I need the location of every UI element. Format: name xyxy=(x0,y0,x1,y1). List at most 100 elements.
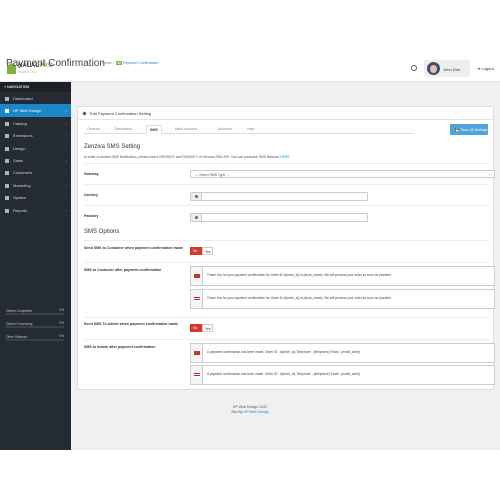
gateway-label: Gateway xyxy=(84,172,99,176)
avatar xyxy=(427,62,440,75)
sidebar-item-catalog[interactable]: Catalog › xyxy=(0,117,71,129)
tab-general[interactable]: General xyxy=(84,125,103,134)
menu-icon xyxy=(5,158,9,163)
chevron-right-icon: › xyxy=(65,207,67,213)
admin-msg-id-text: A payment confirmation has been made. Or… xyxy=(207,350,362,354)
admin-msg-en-textarea[interactable]: A payment confirmation has been made. Or… xyxy=(190,365,495,385)
footer-link[interactable]: HP Web Design xyxy=(243,410,268,414)
sms-heading: Zenziva SMS Setting xyxy=(84,144,141,150)
toggle-yes[interactable]: Yes xyxy=(202,247,213,255)
sidebar-item-reports[interactable]: Reports › xyxy=(0,204,71,216)
customer-msg-en-textarea[interactable]: Thank You for your payment confirmation … xyxy=(190,289,495,309)
flag-en-icon xyxy=(191,366,203,384)
tab-bar: General Translation SMS Bank Account Advance… xyxy=(84,124,414,134)
customer-msg-id-textarea[interactable]: Thank You for your payment confirmation … xyxy=(190,266,495,286)
menu-icon xyxy=(5,134,9,139)
toggle-no[interactable]: No xyxy=(190,247,202,255)
chevron-right-icon: › xyxy=(65,145,67,151)
customer-msg-row: SMS to Costumer after payment confirmati… xyxy=(84,262,495,317)
sidebar-item-extensions[interactable]: Extensions › xyxy=(0,129,71,141)
sidebar-item-design[interactable]: Design › xyxy=(0,142,71,154)
settings-panel: Edit Payment Confirmation Setting Genera… xyxy=(77,106,495,390)
sidebar-item-hp-web-design[interactable]: HP Web Design › xyxy=(0,104,71,117)
sidebar-item-label: Sales xyxy=(13,157,24,163)
sidebar-item-label: Dashboard xyxy=(13,96,33,101)
key-icon xyxy=(191,214,202,221)
menu-icon xyxy=(5,121,9,126)
tab-help[interactable]: Help xyxy=(244,125,257,134)
sidebar-item-label: Design xyxy=(13,145,26,151)
stat-progress-bar xyxy=(6,339,64,341)
send-admin-row: Send SMS To Admin when payment confirmat… xyxy=(84,317,489,339)
sidebar-item-system[interactable]: System › xyxy=(0,191,71,203)
customer-msg-en-text: Thank You for your payment confirmation … xyxy=(207,296,392,300)
sidebar: ≡ NAVIGATION Dashboard HP Web Design › Cata… xyxy=(0,82,71,450)
userkey-field[interactable] xyxy=(190,192,368,201)
user-menu-button[interactable]: John Doe xyxy=(424,60,470,77)
sidebar-item-label: Marketing xyxy=(13,182,31,188)
sidebar-item-sales[interactable]: Sales › xyxy=(0,154,71,166)
order-stat: Orders Completed 0% xyxy=(6,308,64,317)
sidebar-item-customers[interactable]: Customers › xyxy=(0,166,71,178)
tab-translation[interactable]: Translation xyxy=(111,125,135,134)
menu-icon xyxy=(5,208,9,213)
sidebar-heading: ≡ NAVIGATION xyxy=(0,82,71,92)
sidebar-item-label: Catalog xyxy=(13,120,27,126)
send-customer-label: Send SMS to Costumer when payment confir… xyxy=(84,246,183,250)
stat-percent: 0% xyxy=(59,334,64,338)
stat-progress-bar xyxy=(6,313,64,315)
flag-id-icon xyxy=(191,267,203,285)
sms-intro: In order to enable SMS Notification, ple… xyxy=(84,155,290,159)
page-title: Payment Confirmation xyxy=(6,58,105,69)
logout-link[interactable]: ➜ Logout xyxy=(477,66,494,71)
pencil-icon xyxy=(82,111,87,116)
gateway-select[interactable]: --- Select SMS Type --- ⌄ xyxy=(190,170,495,178)
toggle-yes[interactable]: Yes xyxy=(202,324,213,332)
flag-id-icon xyxy=(191,344,203,362)
page-footer: HP Web Design 2022 Site By HP Web Design xyxy=(0,405,500,415)
send-customer-row: Send SMS to Costumer when payment confir… xyxy=(84,240,489,262)
brand-tagline: WEBSITE xyxy=(18,70,38,74)
sidebar-nav: Dashboard HP Web Design › Catalog › Extension… xyxy=(0,92,71,216)
passkey-row: Passkey xyxy=(84,205,489,226)
save-all-button[interactable]: 💾 Save All Settings xyxy=(450,124,488,135)
passkey-field[interactable] xyxy=(190,213,368,222)
toggle-no[interactable]: No xyxy=(190,324,202,332)
menu-icon xyxy=(5,183,9,188)
send-customer-toggle[interactable]: No Yes xyxy=(190,247,213,255)
customer-msg-label: SMS to Costumer after payment confirmati… xyxy=(84,268,162,272)
tab-bank-account[interactable]: Bank Account xyxy=(172,125,200,134)
chevron-down-icon: ⌄ xyxy=(488,172,491,176)
gateway-row: Gateway --- Select SMS Type --- ⌄ xyxy=(84,163,495,183)
purchase-link[interactable]: HERE xyxy=(280,155,289,159)
sidebar-item-dashboard[interactable]: Dashboard xyxy=(0,92,71,104)
breadcrumb-home[interactable]: Home xyxy=(102,61,112,65)
tab-sms[interactable]: SMS xyxy=(146,125,162,134)
menu-icon xyxy=(5,109,9,114)
sms-options-heading: SMS Options xyxy=(84,229,120,235)
clock-icon[interactable] xyxy=(411,65,417,71)
menu-icon xyxy=(5,146,9,151)
send-admin-label: Send SMS To Admin when payment confirmat… xyxy=(84,322,178,326)
chevron-right-icon: › xyxy=(65,120,67,126)
chevron-right-icon: › xyxy=(65,182,67,188)
admin-msg-en-text: A payment confirmation has been made. Or… xyxy=(207,372,362,376)
breadcrumb-current[interactable]: Payment Confirmation xyxy=(123,61,159,65)
sidebar-item-marketing[interactable]: Marketing › xyxy=(0,179,71,191)
panel-header: Edit Payment Confirmation Setting xyxy=(78,107,493,120)
menu-icon xyxy=(5,97,9,101)
footer-credit: Site By HP Web Design xyxy=(231,410,269,414)
chevron-right-icon: › xyxy=(65,157,67,163)
admin-msg-label: SMS to Admin after payment confirmation xyxy=(84,345,156,349)
tab-advance[interactable]: Advance xyxy=(215,125,235,134)
customer-msg-id-text: Thank You for your payment confirmation … xyxy=(207,273,392,277)
sidebar-item-label: Reports xyxy=(13,207,28,213)
send-admin-toggle[interactable]: No Yes xyxy=(190,324,213,332)
order-stat: Other Statuses 0% xyxy=(6,334,64,343)
stat-percent: 0% xyxy=(59,308,64,312)
chevron-right-icon: › xyxy=(65,170,67,176)
admin-msg-id-textarea[interactable]: A payment confirmation has been made. Or… xyxy=(190,343,495,363)
menu-icon xyxy=(5,196,9,201)
user-icon xyxy=(191,193,202,200)
stat-percent: 0% xyxy=(59,321,64,325)
